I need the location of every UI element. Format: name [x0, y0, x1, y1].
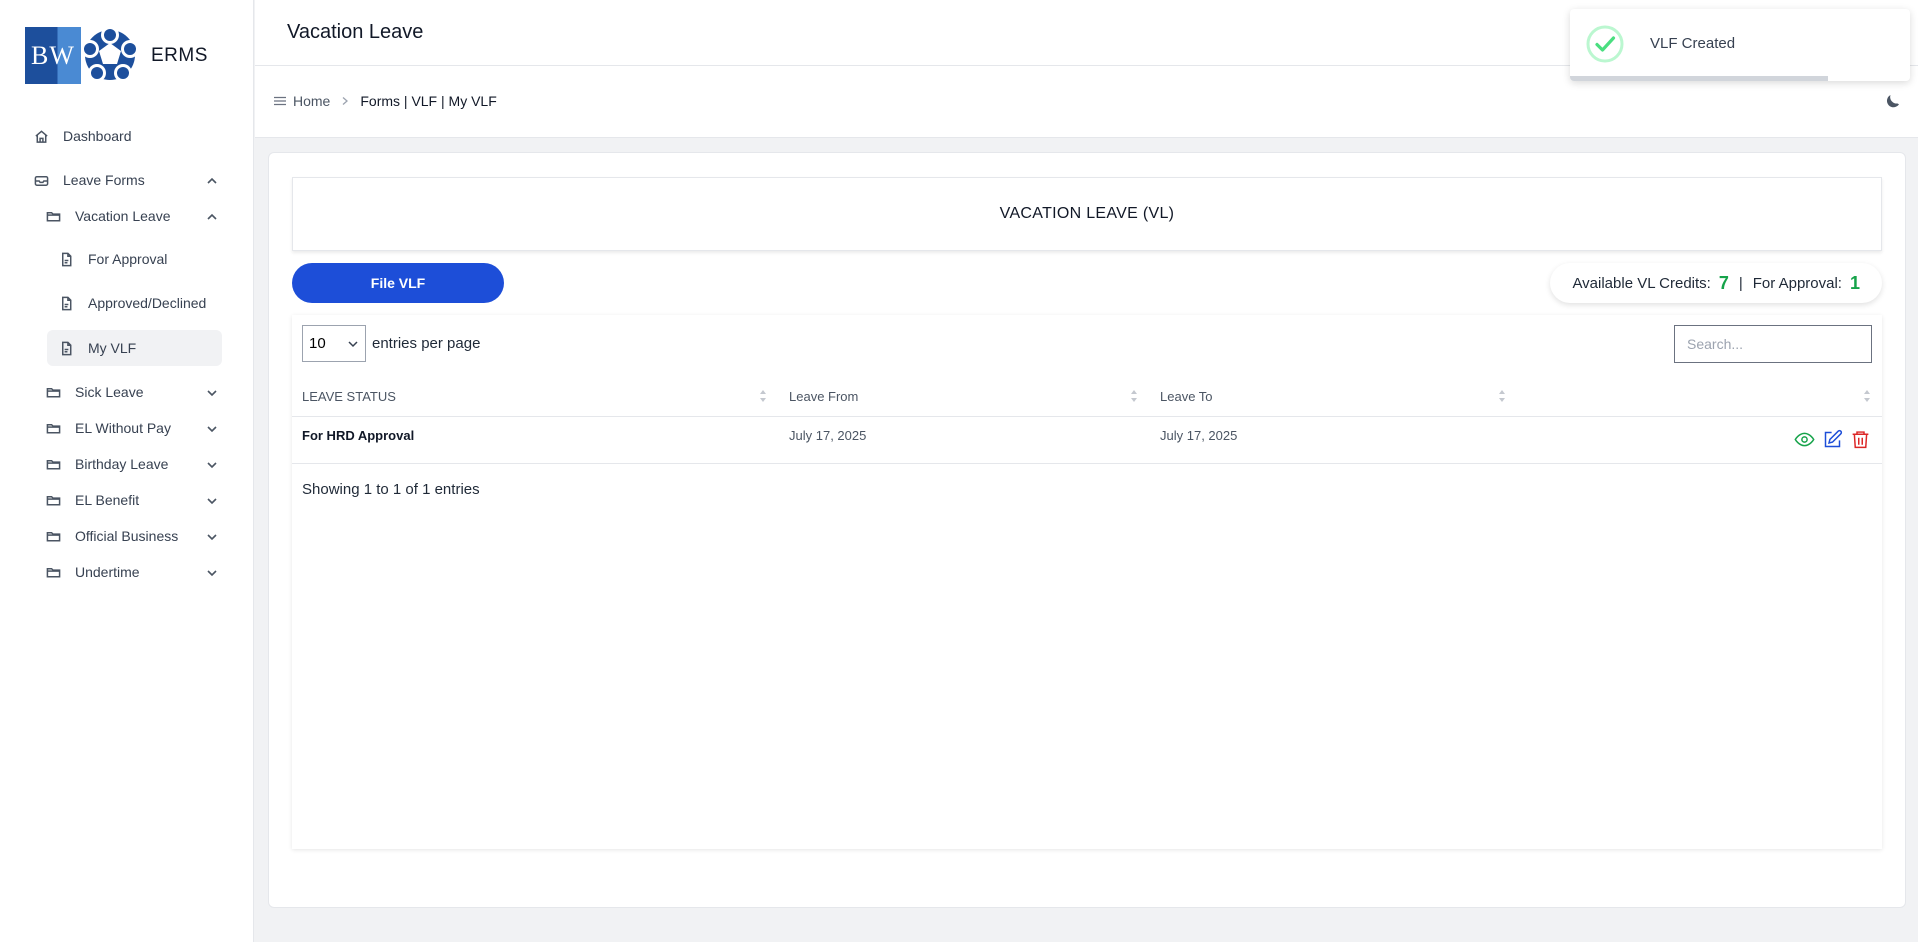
sidebar-item-birthday-leave[interactable]: Birthday Leave	[45, 454, 254, 474]
inbox-icon	[33, 172, 49, 188]
sort-icon[interactable]	[1863, 387, 1871, 405]
chevron-down-icon	[206, 530, 218, 542]
for-approval-label: For Approval:	[1752, 274, 1842, 292]
folder-icon	[45, 492, 61, 508]
sidebar-item-label: Birthday Leave	[75, 456, 169, 472]
moon-icon[interactable]	[1884, 92, 1902, 110]
sidebar-item-el-benefit[interactable]: EL Benefit	[45, 490, 254, 510]
menu-icon[interactable]	[273, 94, 287, 108]
breadcrumb-current: Forms | VLF | My VLF	[360, 93, 497, 109]
home-icon	[33, 128, 49, 144]
eye-icon	[1793, 432, 1815, 446]
sidebar-item-label: For Approval	[88, 251, 168, 267]
sidebar-item-sick-leave[interactable]: Sick Leave	[45, 382, 254, 402]
table-header: LEAVE STATUS Leave From Leave To	[292, 375, 1882, 417]
chevron-down-icon	[206, 566, 218, 578]
cell-leave-to: July 17, 2025	[1160, 428, 1238, 443]
folder-icon	[45, 420, 61, 436]
toast-progress-bar	[1570, 76, 1828, 81]
sidebar-item-label: Leave Forms	[63, 172, 145, 188]
column-header-leave-from[interactable]: Leave From	[789, 389, 858, 404]
row-actions	[1792, 427, 1872, 451]
per-page-select[interactable]: 10	[302, 325, 366, 362]
column-header-leave-status[interactable]: LEAVE STATUS	[302, 389, 396, 404]
sidebar-item-label: EL Benefit	[75, 492, 140, 508]
folder-icon	[45, 528, 61, 544]
available-credits-label: Available VL Credits:	[1572, 274, 1711, 292]
breadcrumb-home[interactable]: Home	[293, 93, 330, 109]
sidebar-item-label: Official Business	[75, 528, 179, 544]
check-circle-icon	[1586, 25, 1624, 63]
chevron-down-icon	[206, 422, 218, 434]
file-icon	[58, 295, 74, 311]
available-credits-value: 7	[1718, 272, 1729, 293]
section-title: VACATION LEAVE (VL)	[292, 177, 1882, 251]
sidebar-item-vacation-leave[interactable]: Vacation Leave	[45, 206, 254, 226]
sidebar-item-approved-declined[interactable]: Approved/Declined	[58, 293, 238, 313]
sort-icon[interactable]	[759, 387, 767, 405]
file-vlf-button[interactable]: File VLF	[292, 263, 504, 303]
edit-button[interactable]	[1820, 427, 1844, 451]
sidebar-item-label: Approved/Declined	[88, 295, 207, 311]
chevron-down-icon	[206, 494, 218, 506]
sidebar-item-label: My VLF	[88, 340, 137, 356]
folder-icon	[45, 456, 61, 472]
table-row: For HRD Approval July 17, 2025 July 17, …	[292, 418, 1882, 464]
file-icon	[58, 340, 74, 356]
sidebar: BW ERMS Dashboard Leave Forms Vacation L…	[0, 0, 254, 942]
logo-flower-icon	[81, 27, 139, 82]
sidebar-item-label: Dashboard	[63, 128, 132, 144]
chevron-right-icon	[340, 93, 350, 109]
delete-button[interactable]	[1848, 427, 1872, 451]
sidebar-item-my-vlf[interactable]: My VLF	[47, 330, 222, 366]
folder-icon	[45, 564, 61, 580]
sidebar-item-for-approval[interactable]: For Approval	[58, 249, 223, 269]
per-page-label: entries per page	[372, 335, 481, 352]
sidebar-item-official-business[interactable]: Official Business	[45, 526, 254, 546]
view-button[interactable]	[1792, 427, 1816, 451]
sidebar-item-el-without-pay[interactable]: EL Without Pay	[45, 418, 254, 438]
app-name: ERMS	[151, 44, 208, 66]
chevron-up-icon	[206, 174, 218, 186]
entries-summary: Showing 1 to 1 of 1 entries	[302, 481, 480, 498]
per-page-control: 10 entries per page	[302, 325, 480, 362]
credits-separator: |	[1738, 274, 1743, 292]
sidebar-item-leave-forms[interactable]: Leave Forms	[33, 170, 254, 190]
cell-leave-status: For HRD Approval	[302, 428, 415, 443]
chevron-down-icon	[206, 386, 218, 398]
sidebar-item-label: EL Without Pay	[75, 420, 171, 436]
file-icon	[58, 251, 74, 267]
leave-table: 10 entries per page LEAVE STATUS Leave F…	[292, 315, 1882, 849]
main-card: VACATION LEAVE (VL) File VLF Available V…	[268, 152, 1906, 908]
sidebar-item-label: Undertime	[75, 564, 140, 580]
sidebar-item-dashboard[interactable]: Dashboard	[33, 126, 233, 146]
trash-icon	[1852, 430, 1868, 448]
folder-icon	[45, 208, 61, 224]
column-header-leave-to[interactable]: Leave To	[1160, 389, 1213, 404]
search-input[interactable]	[1674, 325, 1872, 363]
chevron-down-icon	[206, 458, 218, 470]
sidebar-item-undertime[interactable]: Undertime	[45, 562, 254, 582]
cell-leave-from: July 17, 2025	[789, 428, 867, 443]
logo: BW	[25, 27, 81, 84]
edit-icon	[1824, 429, 1842, 447]
toast-notification[interactable]: VLF Created	[1570, 9, 1910, 81]
folder-icon	[45, 384, 61, 400]
chevron-up-icon	[206, 210, 218, 222]
brand[interactable]: BW ERMS	[25, 27, 208, 84]
sidebar-item-label: Sick Leave	[75, 384, 144, 400]
page-title: Vacation Leave	[287, 21, 424, 43]
breadcrumb: Home Forms | VLF | My VLF	[273, 93, 497, 109]
toast-message: VLF Created	[1650, 35, 1736, 52]
for-approval-value: 1	[1849, 272, 1860, 293]
sort-icon[interactable]	[1130, 387, 1138, 405]
sidebar-item-label: Vacation Leave	[75, 208, 171, 224]
credits-summary: Available VL Credits: 7 | For Approval: …	[1550, 263, 1882, 303]
sort-icon[interactable]	[1498, 387, 1506, 405]
